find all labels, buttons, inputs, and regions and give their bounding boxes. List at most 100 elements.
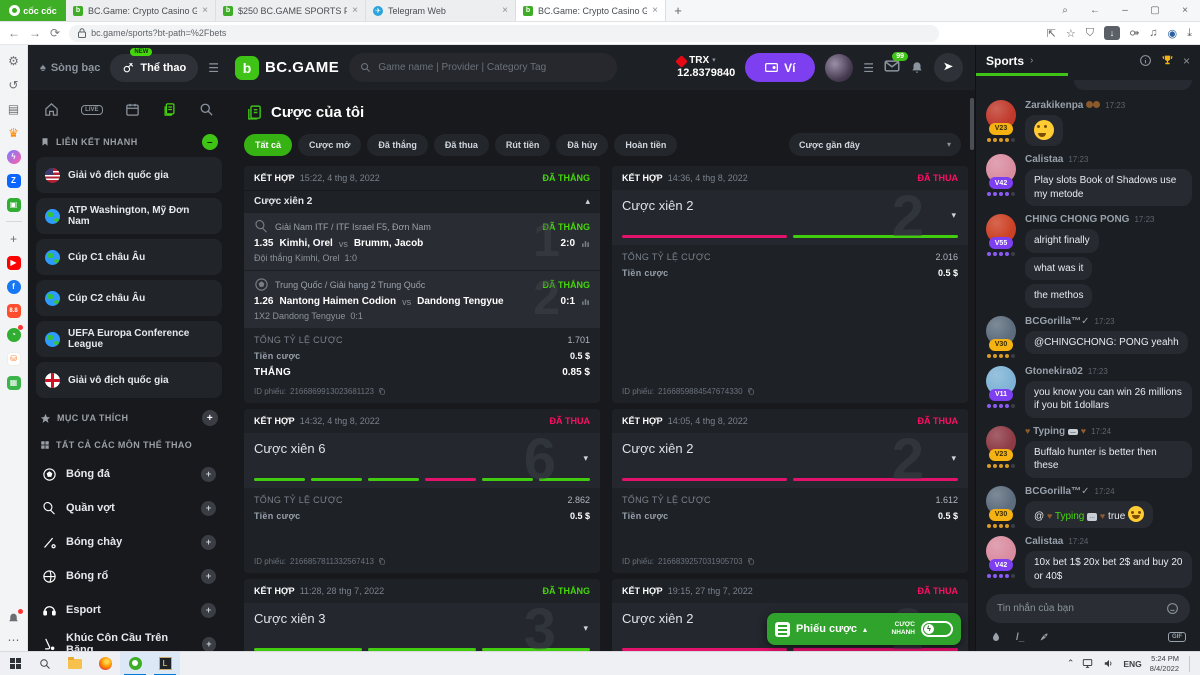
close-button[interactable]: × xyxy=(1170,5,1200,16)
mail-button[interactable]: 99 xyxy=(884,59,900,77)
history-icon[interactable]: ↺ xyxy=(6,77,21,92)
nav-sports[interactable]: NEW Thể thao xyxy=(110,54,198,82)
quick-link-item[interactable]: Giải vô địch quốc gia xyxy=(36,157,222,193)
stats-icon[interactable] xyxy=(581,297,590,306)
stats-icon[interactable] xyxy=(581,239,590,248)
extensions-icon[interactable]: ⚩ xyxy=(1130,27,1139,40)
chat-message-input[interactable]: Tin nhắn của bạn xyxy=(986,594,1190,623)
trophy-icon[interactable] xyxy=(1161,54,1174,67)
balance-selector[interactable]: TRX ▾ 12.8379840 xyxy=(677,55,735,79)
chat-username[interactable]: BCGorilla™✓ xyxy=(1025,316,1090,327)
filter-tab[interactable]: Rút tiền xyxy=(495,134,551,156)
expand-sport-button[interactable]: + xyxy=(201,603,216,618)
home-icon[interactable] xyxy=(44,102,59,117)
maximize-button[interactable]: ▢ xyxy=(1140,5,1170,16)
bet-card[interactable]: KẾT HỢP14:05, 4 thg 8, 2022ĐÃ THUA2Cược … xyxy=(612,409,968,573)
expand-sport-button[interactable]: + xyxy=(201,569,216,584)
close-tab-icon[interactable]: × xyxy=(502,5,508,16)
filter-tab[interactable]: Cược mở xyxy=(298,134,361,156)
youtube-icon[interactable]: ▶ xyxy=(6,255,21,270)
downloads-tray-icon[interactable]: ⤓ xyxy=(1187,27,1192,40)
firefox-icon[interactable] xyxy=(90,652,120,675)
network-icon[interactable] xyxy=(1082,658,1095,669)
rain-icon[interactable] xyxy=(990,631,1002,643)
avatar[interactable] xyxy=(825,54,853,82)
show-desktop-edge[interactable] xyxy=(1189,656,1190,672)
coccoc-taskbar-icon[interactable] xyxy=(120,652,150,675)
sidebar-sport-soccer[interactable]: Bóng đá+ xyxy=(36,457,222,491)
menu-icon[interactable]: ☰ xyxy=(208,61,219,75)
cart-icon[interactable]: ⛁ xyxy=(6,351,21,366)
bet-card[interactable]: KẾT HỢP15:22, 4 thg 8, 2022ĐÃ THẮNGCược … xyxy=(244,166,600,403)
bet-name-row[interactable]: 2Cược xiên 2▾ xyxy=(612,190,968,245)
quick-link-item[interactable]: Cúp C2 châu Âu xyxy=(36,280,222,316)
bet-card[interactable]: KẾT HỢP11:28, 28 thg 7, 2022ĐÃ THẮNG3Cượ… xyxy=(244,579,600,651)
facebook-icon[interactable]: f xyxy=(6,279,21,294)
sale-bag-icon[interactable]: 8.8 xyxy=(6,303,21,318)
expand-sport-button[interactable]: + xyxy=(201,535,216,550)
filter-tab[interactable]: Hoàn tiền xyxy=(614,134,677,156)
bell-icon[interactable] xyxy=(6,611,21,626)
chat-username[interactable]: BCGorilla™✓ xyxy=(1025,486,1090,497)
emoji-icon[interactable] xyxy=(1166,602,1179,615)
bet-name-row[interactable]: Cược xiên 2▴ xyxy=(244,190,600,212)
bet-card[interactable]: KẾT HỢP14:32, 4 thg 8, 2022ĐÃ THUA6Cược … xyxy=(244,409,600,573)
reload-icon[interactable]: ⟳ xyxy=(50,27,60,39)
language-indicator[interactable]: ENG xyxy=(1123,659,1141,669)
back-icon[interactable]: ← xyxy=(8,27,20,39)
chat-username[interactable]: Calistaa xyxy=(1025,536,1063,547)
chat-username[interactable]: ♥ Typing … ♥ xyxy=(1025,426,1086,437)
copy-icon[interactable] xyxy=(378,557,386,566)
profile-menu-icon[interactable]: ☰ xyxy=(863,61,874,75)
clock[interactable]: 5:24 PM8/4/2022 xyxy=(1150,654,1179,674)
sidebar-sport-esport[interactable]: Esport+ xyxy=(36,593,222,627)
league-of-legends-icon[interactable]: L xyxy=(150,652,180,675)
forward-icon[interactable]: → xyxy=(29,27,41,39)
nav-casino[interactable]: ♠ Sòng bạc xyxy=(40,62,100,74)
filter-tab[interactable]: Đã hủy xyxy=(556,134,608,156)
add-favorite-button[interactable]: + xyxy=(202,410,218,426)
address-bar[interactable]: bc.game/sports?bt-path=%2Fbets xyxy=(69,25,939,42)
sidebar-sport-baseball[interactable]: Bóng chày+ xyxy=(36,525,222,559)
chat-toggle-button[interactable] xyxy=(934,53,963,82)
bet-name-row[interactable]: 6Cược xiên 6▾ xyxy=(244,433,600,488)
browser-tab[interactable]: b$250 BC.GAME SPORTS PARL× xyxy=(216,0,366,21)
coccoc-brand[interactable]: cốc cốc xyxy=(0,0,66,21)
chat-username[interactable]: Gtonekira02 xyxy=(1025,366,1083,377)
sort-dropdown[interactable]: Cược gần đây ▾ xyxy=(789,133,961,156)
taskbar-search-icon[interactable] xyxy=(30,652,60,675)
chat-tab-sports[interactable]: Sports xyxy=(986,54,1024,68)
quick-link-item[interactable]: Giải vô địch quốc gia xyxy=(36,362,222,398)
bet-name-row[interactable]: 2Cược xiên 2▾ xyxy=(612,433,968,488)
shield-icon[interactable]: ⛉ xyxy=(1086,27,1094,40)
chat-username[interactable]: CHING CHONG PONG xyxy=(1025,214,1129,225)
card-icon[interactable]: ▦ xyxy=(6,375,21,390)
main-scrollbar[interactable] xyxy=(970,98,974,150)
new-tab-button[interactable]: + xyxy=(666,0,690,21)
rocket-icon[interactable] xyxy=(1038,631,1050,643)
betslip-button[interactable]: Phiếu cược ▴ CƯỢCNHANH ϟ xyxy=(767,613,961,645)
close-tab-icon[interactable]: × xyxy=(202,5,208,16)
coccoc-go-icon[interactable]: ◔ xyxy=(6,327,21,342)
bcgame-logo[interactable]: b BC.GAME xyxy=(235,56,339,80)
start-button[interactable] xyxy=(0,652,30,675)
file-explorer-icon[interactable] xyxy=(60,652,90,675)
add-icon[interactable]: + xyxy=(6,231,21,246)
copy-icon[interactable] xyxy=(747,387,755,396)
chat-username[interactable]: Calistaa xyxy=(1025,154,1063,165)
filter-tab[interactable]: Đã thắng xyxy=(367,134,428,156)
minimize-button[interactable]: – xyxy=(1110,5,1140,16)
zalo-icon[interactable]: Z xyxy=(6,173,21,188)
music-icon[interactable]: ♫ xyxy=(1149,27,1157,39)
chat-username[interactable]: Zarakikenpa xyxy=(1025,100,1100,111)
live-icon[interactable]: LIVE xyxy=(81,105,102,115)
tab-search-icon[interactable]: ⌕ xyxy=(1050,5,1080,16)
sidebar-sport-basketball[interactable]: Bóng rổ+ xyxy=(36,559,222,593)
filter-active[interactable]: Tất cả xyxy=(244,134,292,156)
star-icon[interactable]: ☆ xyxy=(1066,27,1076,40)
browser-tab[interactable]: ✈Telegram Web× xyxy=(366,0,516,21)
my-bets-icon[interactable] xyxy=(162,102,177,117)
expand-sport-button[interactable]: + xyxy=(201,467,216,482)
commands-icon[interactable]: /_ xyxy=(1016,632,1024,643)
wallet-button[interactable]: Ví xyxy=(745,53,815,82)
